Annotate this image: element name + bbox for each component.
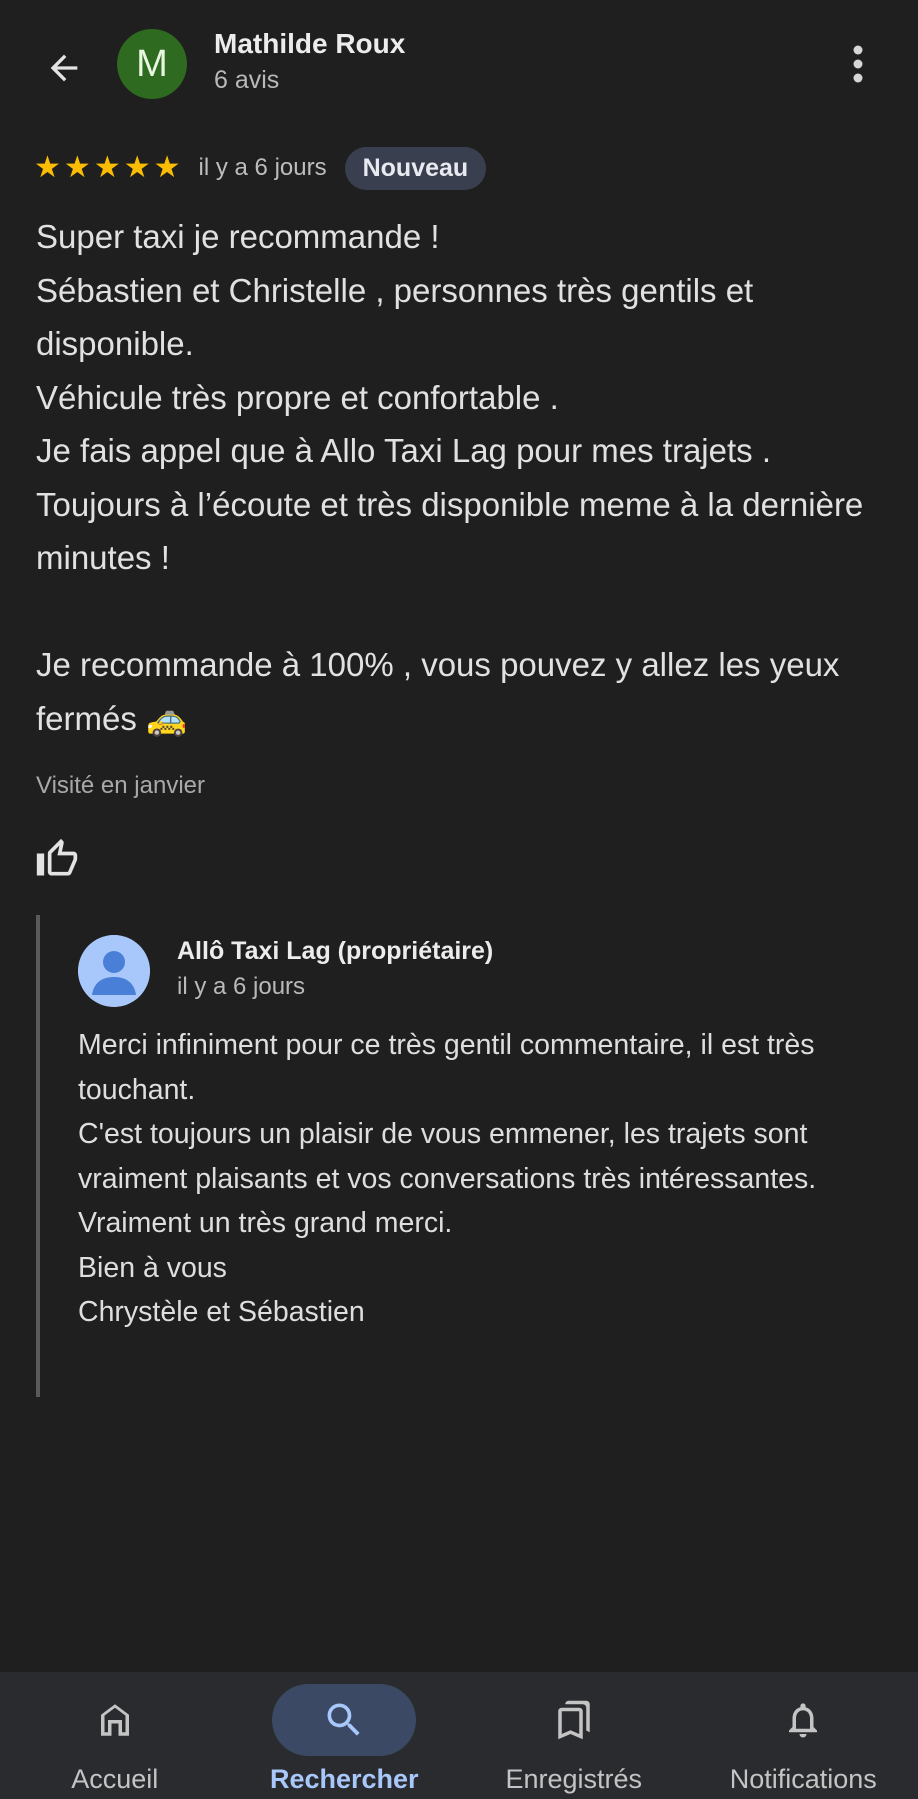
new-badge: Nouveau — [344, 146, 487, 190]
nav-label-saved: Enregistrés — [505, 1764, 643, 1794]
thumb-up-icon — [36, 838, 78, 876]
person-icon — [78, 935, 150, 1007]
bookmarks-icon — [558, 1700, 590, 1740]
nav-item-home[interactable]: Accueil — [0, 1672, 230, 1799]
nav-pill — [43, 1684, 187, 1756]
arrow-back-icon — [50, 54, 78, 82]
nav-item-notifications[interactable]: Notifications — [689, 1672, 918, 1799]
star-icon: ★ — [123, 151, 151, 184]
owner-response-date: il y a 6 jours — [177, 973, 306, 1000]
nav-pill — [502, 1684, 646, 1756]
rating-row: ★ ★ ★ ★ ★ il y a 6 jours Nouveau — [34, 146, 487, 190]
reviewer-avatar[interactable]: M — [117, 29, 187, 99]
star-icon: ★ — [63, 151, 91, 184]
more-vert-icon — [853, 45, 863, 83]
review-text: Super taxi je recommande ! Sébastien et … — [36, 218, 864, 737]
star-rating: ★ ★ ★ ★ ★ — [34, 153, 181, 183]
search-icon — [327, 1703, 360, 1736]
star-icon: ★ — [34, 151, 61, 184]
star-icon: ★ — [153, 151, 181, 184]
nav-label-home: Accueil — [71, 1764, 159, 1794]
nav-label-search: Rechercher — [269, 1764, 419, 1794]
bell-icon — [789, 1703, 818, 1738]
more-options-button[interactable] — [834, 38, 882, 90]
nav-item-search[interactable]: Rechercher — [230, 1672, 460, 1799]
header: M Mathilde Roux 6 avis — [0, 0, 918, 130]
like-button[interactable] — [32, 834, 82, 884]
back-button[interactable] — [36, 40, 92, 96]
owner-avatar — [78, 935, 150, 1007]
nav-label-notifications: Notifications — [729, 1764, 877, 1794]
nav-pill-active — [272, 1684, 417, 1756]
owner-response-text: Merci infiniment pour ce très gentil com… — [78, 1029, 817, 1328]
owner-response: Allô Taxi Lag (propriétaire) il y a 6 jo… — [36, 915, 896, 1397]
bottom-navigation: Accueil Rechercher Enregistrés Notificat… — [0, 1672, 918, 1799]
review-date: il y a 6 jours — [198, 154, 327, 181]
review-detail-page: M Mathilde Roux 6 avis ★ ★ ★ ★ ★ il y a … — [0, 0, 918, 1799]
reviewer-review-count: 6 avis — [214, 66, 280, 94]
owner-name: Allô Taxi Lag (propriétaire) — [177, 937, 494, 965]
nav-pill — [731, 1684, 875, 1756]
star-icon: ★ — [93, 151, 121, 184]
home-icon — [100, 1704, 129, 1736]
visited-date: Visité en janvier — [36, 772, 205, 799]
nav-item-saved[interactable]: Enregistrés — [459, 1672, 689, 1799]
reviewer-name[interactable]: Mathilde Roux — [214, 28, 405, 60]
